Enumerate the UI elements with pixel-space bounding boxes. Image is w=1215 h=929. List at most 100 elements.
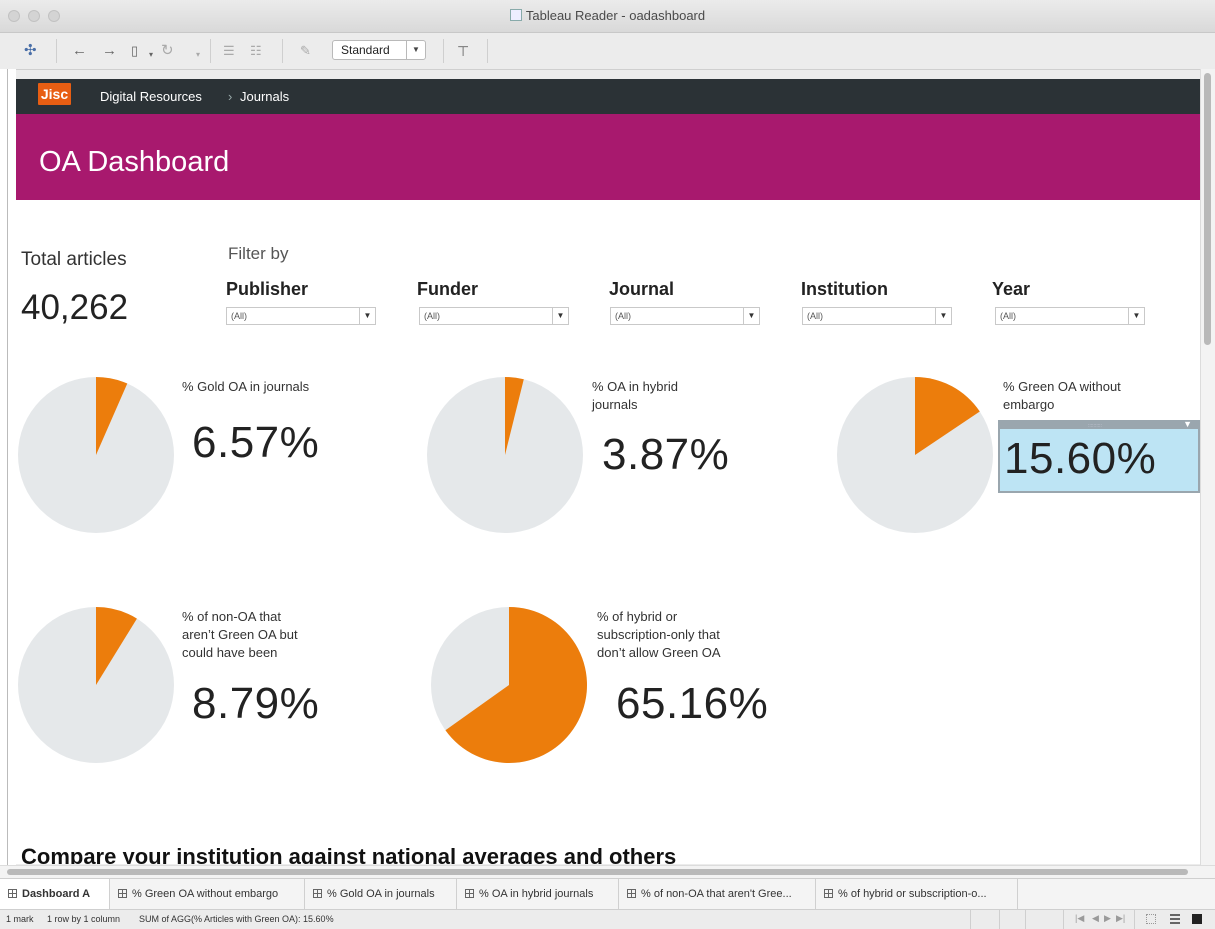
- chevron-down-icon: ▼: [935, 308, 951, 324]
- toolbar: ✣ ← → ▯ ▾ ↻ ▾ ☰ ☷ ✎ Standard ▼ ⊤: [0, 33, 1215, 70]
- chevron-down-icon: ▼: [743, 308, 759, 324]
- non-oa-green-value: 8.79%: [192, 679, 320, 728]
- vertical-scrollbar[interactable]: [1200, 69, 1215, 865]
- horizontal-scrollbar[interactable]: [0, 865, 1215, 878]
- status-divider: [970, 910, 971, 929]
- filter-publisher-dropdown[interactable]: (All) ▼: [226, 307, 376, 325]
- filter-institution-dropdown[interactable]: (All) ▼: [802, 307, 952, 325]
- no-green-allowed-pie-chart[interactable]: [430, 606, 588, 764]
- filter-by-heading: Filter by: [228, 244, 289, 263]
- toolbar-separator: [443, 39, 444, 63]
- back-icon[interactable]: ←: [72, 42, 87, 60]
- hybrid-oa-label: % OA in hybrid journals: [592, 379, 678, 412]
- toolbar-separator: [487, 39, 488, 63]
- left-gutter: [0, 69, 16, 865]
- filter-funder-label: Funder: [417, 279, 478, 299]
- vertical-scroll-thumb[interactable]: [1204, 73, 1211, 345]
- gold-oa-value: 6.57%: [192, 418, 320, 467]
- dashboard-canvas: Jisc Digital Resources › Journals OA Das…: [16, 79, 1200, 864]
- data-source-icon[interactable]: ▯: [131, 42, 138, 60]
- filter-funder-dropdown[interactable]: (All) ▼: [419, 307, 569, 325]
- green-oa-pie-chart[interactable]: [836, 376, 994, 534]
- sort-ascending-icon[interactable]: ☰: [223, 42, 235, 60]
- worksheet-icon: [627, 889, 636, 898]
- no-green-allowed-value: 65.16%: [616, 679, 769, 728]
- grid-view-icon[interactable]: [1146, 914, 1156, 924]
- toolbar-separator: [56, 39, 57, 63]
- tab-gold-oa-in-journals[interactable]: % Gold OA in journals: [305, 879, 457, 909]
- filter-institution-label: Institution: [801, 279, 888, 299]
- previous-page-icon[interactable]: ◀: [1092, 913, 1099, 924]
- status-marks: 1 mark: [6, 914, 34, 924]
- no-green-allowed-label: % of hybrid or subscription-only that don’…: [597, 609, 721, 660]
- presentation-view-icon[interactable]: [1192, 914, 1202, 924]
- window-title: Tableau Reader - oadashboard: [0, 8, 1215, 23]
- status-divider: [1134, 910, 1135, 929]
- chevron-down-icon: ▼: [552, 308, 568, 324]
- site-navbar: Jisc Digital Resources › Journals: [16, 79, 1200, 114]
- tab-hybrid-or-subscription[interactable]: % of hybrid or subscription-o...: [816, 879, 1018, 909]
- page-title: OA Dashboard: [39, 146, 230, 178]
- worksheet-icon: [465, 889, 474, 898]
- total-articles-label: Total articles: [21, 249, 127, 270]
- chevron-down-icon: ▼: [1128, 308, 1144, 324]
- status-divider: [1025, 910, 1026, 929]
- breadcrumb-separator: ›: [228, 89, 233, 104]
- window-titlebar: Tableau Reader - oadashboard: [0, 0, 1215, 33]
- filter-year-label: Year: [992, 279, 1031, 299]
- sort-descending-icon[interactable]: ☷: [250, 42, 262, 60]
- hybrid-oa-value: 3.87%: [602, 430, 730, 479]
- non-oa-green-pie-chart[interactable]: [17, 606, 175, 764]
- worksheet-icon: [313, 889, 322, 898]
- toolbar-separator: [210, 39, 211, 63]
- gold-oa-pie-chart[interactable]: [17, 376, 175, 534]
- filter-year-dropdown[interactable]: (All) ▼: [995, 307, 1145, 325]
- drag-handle[interactable]: :::::::::: ▼: [1000, 419, 1198, 429]
- canvas-border: [7, 69, 8, 865]
- tab-oa-in-hybrid-journals[interactable]: % OA in hybrid journals: [457, 879, 619, 909]
- dashboard-icon: [8, 889, 17, 898]
- pin-icon[interactable]: ✎: [300, 42, 311, 60]
- first-page-icon[interactable]: |◀: [1075, 913, 1084, 924]
- gold-oa-label: % Gold OA in journals: [182, 379, 310, 394]
- status-summary: SUM of AGG(% Articles with Green OA): 15…: [139, 914, 334, 924]
- tab-green-oa-without-embargo[interactable]: % Green OA without embargo: [110, 879, 305, 909]
- tableau-logo-icon[interactable]: ✣: [24, 42, 37, 60]
- forward-icon[interactable]: →: [102, 42, 117, 60]
- list-view-icon[interactable]: [1170, 914, 1180, 924]
- title-banner: OA Dashboard: [16, 114, 1200, 200]
- worksheet-icon: [118, 889, 127, 898]
- last-page-icon[interactable]: ▶|: [1116, 913, 1125, 924]
- filter-journal-dropdown[interactable]: (All) ▼: [610, 307, 760, 325]
- filter-journal-label: Journal: [609, 279, 675, 299]
- view-mode-select[interactable]: Standard ▼: [332, 40, 426, 60]
- next-page-icon[interactable]: ▶: [1104, 913, 1111, 924]
- status-dimensions: 1 row by 1 column: [47, 914, 121, 924]
- status-bar: 1 mark 1 row by 1 column SUM of AGG(% Ar…: [0, 909, 1215, 929]
- presentation-icon[interactable]: ⊤: [457, 42, 469, 60]
- menu-dropdown-icon[interactable]: ▼: [1183, 419, 1192, 429]
- jisc-logo[interactable]: Jisc: [38, 83, 71, 105]
- filter-publisher-label: Publisher: [226, 279, 309, 299]
- chevron-down-icon: ▼: [359, 308, 375, 324]
- green-oa-value: 15.60%: [1004, 434, 1157, 483]
- refresh-dropdown-icon[interactable]: ▾: [196, 46, 200, 64]
- breadcrumb-journals[interactable]: Journals: [240, 89, 289, 104]
- compare-section-heading: Compare your institution against nationa…: [21, 844, 677, 864]
- total-articles-value: 40,262: [21, 288, 129, 327]
- breadcrumb-digital-resources[interactable]: Digital Resources: [100, 89, 202, 104]
- horizontal-scroll-thumb[interactable]: [7, 869, 1188, 875]
- worksheet-icon: [824, 889, 833, 898]
- grip-dots-icon: ::::::::::: [1088, 423, 1102, 429]
- status-divider: [999, 910, 1000, 929]
- tab-non-oa-not-green[interactable]: % of non-OA that aren't Gree...: [619, 879, 816, 909]
- data-source-dropdown-icon[interactable]: ▾: [149, 46, 153, 64]
- hybrid-oa-pie-chart[interactable]: [426, 376, 584, 534]
- tableau-app-icon: [509, 9, 522, 21]
- refresh-icon[interactable]: ↻: [161, 42, 174, 60]
- non-oa-green-label: % of non-OA that aren’t Green OA but could…: [182, 609, 298, 660]
- chevron-down-icon: ▼: [406, 41, 425, 59]
- tab-dashboard-a[interactable]: Dashboard A: [0, 879, 110, 909]
- sheet-tabs: Dashboard A % Green OA without embargo %…: [0, 878, 1215, 909]
- status-divider: [1063, 910, 1064, 929]
